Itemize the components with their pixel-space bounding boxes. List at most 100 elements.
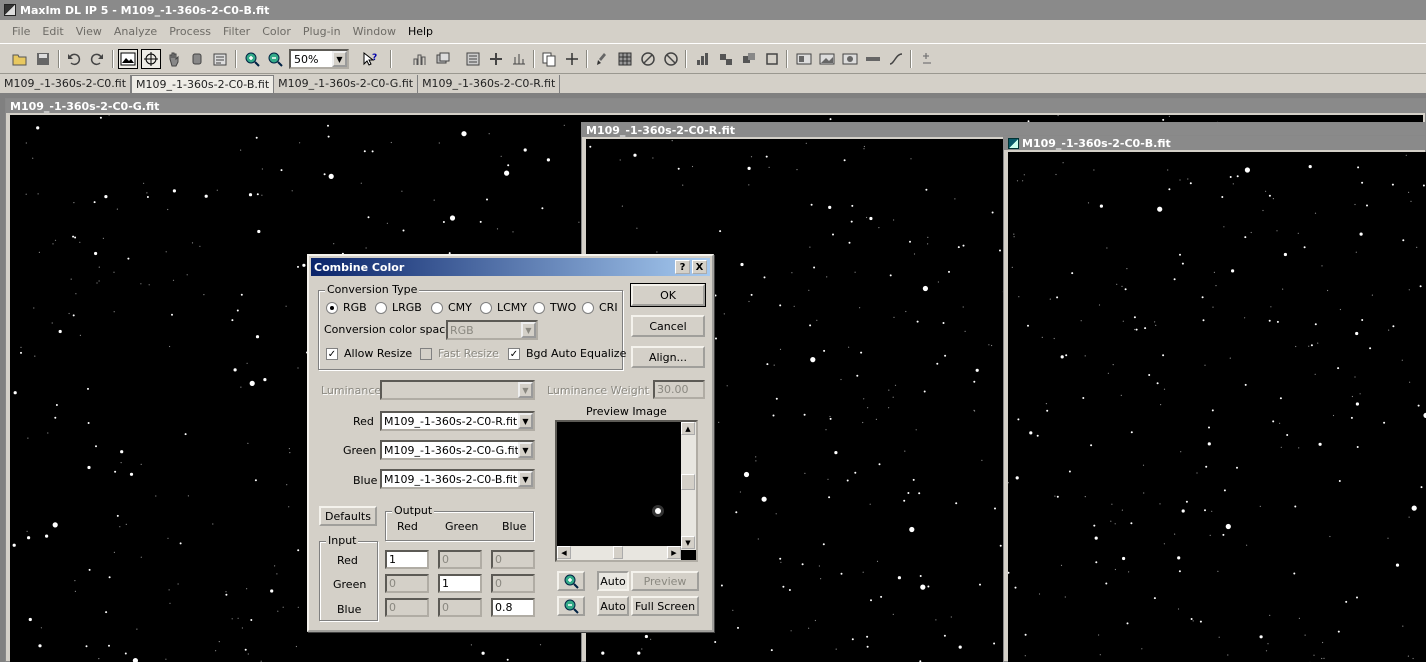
square-icon[interactable] [762, 49, 782, 69]
radio-rgb[interactable]: RGB [326, 301, 367, 314]
bar-chart-icon[interactable] [693, 49, 713, 69]
menu-process[interactable]: Process [163, 25, 217, 38]
star [1144, 327, 1147, 330]
menu-window[interactable]: Window [347, 25, 402, 38]
help-pointer-icon[interactable]: ? [360, 49, 380, 69]
matrix-rr[interactable]: 1 [385, 550, 429, 569]
image-view-icon[interactable] [118, 49, 138, 69]
zoom-in-icon[interactable] [242, 49, 262, 69]
layers-icon[interactable] [739, 49, 759, 69]
menu-help[interactable]: Help [402, 25, 439, 38]
scroll-down-icon[interactable]: ▼ [681, 536, 695, 549]
auto-preview-toggle[interactable]: Auto [597, 571, 629, 591]
stack-icon[interactable] [433, 49, 453, 69]
image-c-icon[interactable] [840, 49, 860, 69]
save-icon[interactable] [33, 49, 53, 69]
allow-resize-checkbox[interactable]: ✓ Allow Resize [326, 347, 412, 360]
properties-icon[interactable] [210, 49, 230, 69]
add-icon[interactable] [562, 49, 582, 69]
matrix-gg[interactable]: 1 [438, 574, 482, 593]
curve-icon[interactable] [886, 49, 906, 69]
star [120, 450, 124, 454]
crosshair-icon[interactable] [141, 49, 161, 69]
radio-lcmy[interactable]: LCMY [480, 301, 527, 314]
ok-button[interactable]: OK [630, 283, 706, 307]
copy-icon[interactable] [539, 49, 559, 69]
preview-button: Preview [631, 571, 699, 591]
radio-cri[interactable]: CRI [582, 301, 618, 314]
dialog-close-button[interactable]: X [692, 260, 707, 274]
no-symbol-icon[interactable] [638, 49, 658, 69]
undo-icon[interactable] [64, 49, 84, 69]
dialog-help-button[interactable]: ? [675, 260, 690, 274]
radio-lrgb[interactable]: LRGB [375, 301, 422, 314]
full-screen-button[interactable]: Full Screen [631, 596, 699, 616]
histogram-icon[interactable] [410, 49, 430, 69]
red-file-select[interactable]: M109_-1-360s-2-C0-R.fit ▼ [380, 411, 535, 431]
tab-c0-r[interactable]: M109_-1-360s-2-C0-R.fit [418, 74, 561, 93]
star [1329, 535, 1331, 538]
star [246, 362, 248, 364]
menu-filter[interactable]: Filter [217, 25, 256, 38]
star [507, 164, 510, 167]
image-window-b[interactable]: M109_-1-360s-2-C0-B.fit [1003, 135, 1426, 662]
menu-edit[interactable]: Edit [36, 25, 69, 38]
menu-file[interactable]: File [6, 25, 36, 38]
grab-icon[interactable] [187, 49, 207, 69]
scroll-thumb[interactable] [681, 474, 695, 490]
star [1422, 184, 1425, 187]
calibrate-icon[interactable] [463, 49, 483, 69]
steps-icon[interactable] [716, 49, 736, 69]
star [1179, 253, 1181, 256]
menu-view[interactable]: View [70, 25, 108, 38]
zoom-out-icon[interactable] [265, 49, 285, 69]
measure-icon[interactable] [509, 49, 529, 69]
tab-c0[interactable]: M109_-1-360s-2-C0.fit [0, 74, 132, 93]
green-file-select[interactable]: M109_-1-360s-2-C0-G.fit ▼ [380, 440, 535, 460]
block-icon[interactable] [661, 49, 681, 69]
star [840, 378, 842, 381]
blue-file-select[interactable]: M109_-1-360s-2-C0-B.fit ▼ [380, 469, 535, 489]
menu-analyze[interactable]: Analyze [108, 25, 163, 38]
scroll-left-icon[interactable]: ◀ [557, 546, 571, 559]
preview-horizontal-scrollbar[interactable]: ◀ ▶ [557, 546, 681, 560]
scroll-h-thumb[interactable] [613, 546, 623, 559]
align-button[interactable]: Align... [631, 346, 705, 368]
star [755, 460, 757, 462]
preview-zoom-in-button[interactable] [557, 571, 585, 591]
radio-two[interactable]: TWO [533, 301, 576, 314]
image-a-icon[interactable] [794, 49, 814, 69]
star [1121, 509, 1123, 511]
menu-plug-in[interactable]: Plug-in [297, 25, 347, 38]
scroll-up-icon[interactable]: ▲ [681, 422, 695, 435]
tab-c0-g[interactable]: M109_-1-360s-2-C0-G.fit [274, 74, 419, 93]
svg-text:?: ? [372, 53, 377, 63]
plus-minus-icon[interactable] [917, 49, 937, 69]
preview-image[interactable]: ▲ ▼ ◀ ▶ [555, 420, 698, 562]
star [755, 456, 757, 458]
radio-cmy[interactable]: CMY [431, 301, 472, 314]
auto-stretch-button[interactable]: Auto [597, 596, 629, 616]
minus-box-icon[interactable] [863, 49, 883, 69]
star [186, 274, 188, 276]
star [1355, 331, 1359, 336]
zoom-select[interactable]: 50% ▼ [289, 49, 349, 69]
defaults-button[interactable]: Defaults [319, 506, 377, 526]
hand-pan-icon[interactable] [164, 49, 184, 69]
star [1168, 188, 1171, 191]
cancel-button[interactable]: Cancel [631, 315, 705, 337]
bgd-auto-equalize-checkbox[interactable]: ✓ Bgd Auto Equalize [508, 347, 626, 360]
matrix-bb[interactable]: 0.8 [491, 598, 535, 617]
image-b-icon[interactable] [817, 49, 837, 69]
preview-zoom-out-button[interactable] [557, 596, 585, 616]
align-tool-icon[interactable] [486, 49, 506, 69]
menu-color[interactable]: Color [256, 25, 297, 38]
open-icon[interactable] [10, 49, 30, 69]
tab-c0-b[interactable]: M109_-1-360s-2-C0-B.fit [131, 74, 275, 93]
filter-grid-icon[interactable] [615, 49, 635, 69]
preview-vertical-scrollbar[interactable]: ▲ ▼ [681, 422, 696, 550]
scroll-right-icon[interactable]: ▶ [667, 546, 681, 559]
brush-icon[interactable] [592, 49, 612, 69]
star [13, 391, 17, 395]
redo-icon[interactable] [87, 49, 107, 69]
